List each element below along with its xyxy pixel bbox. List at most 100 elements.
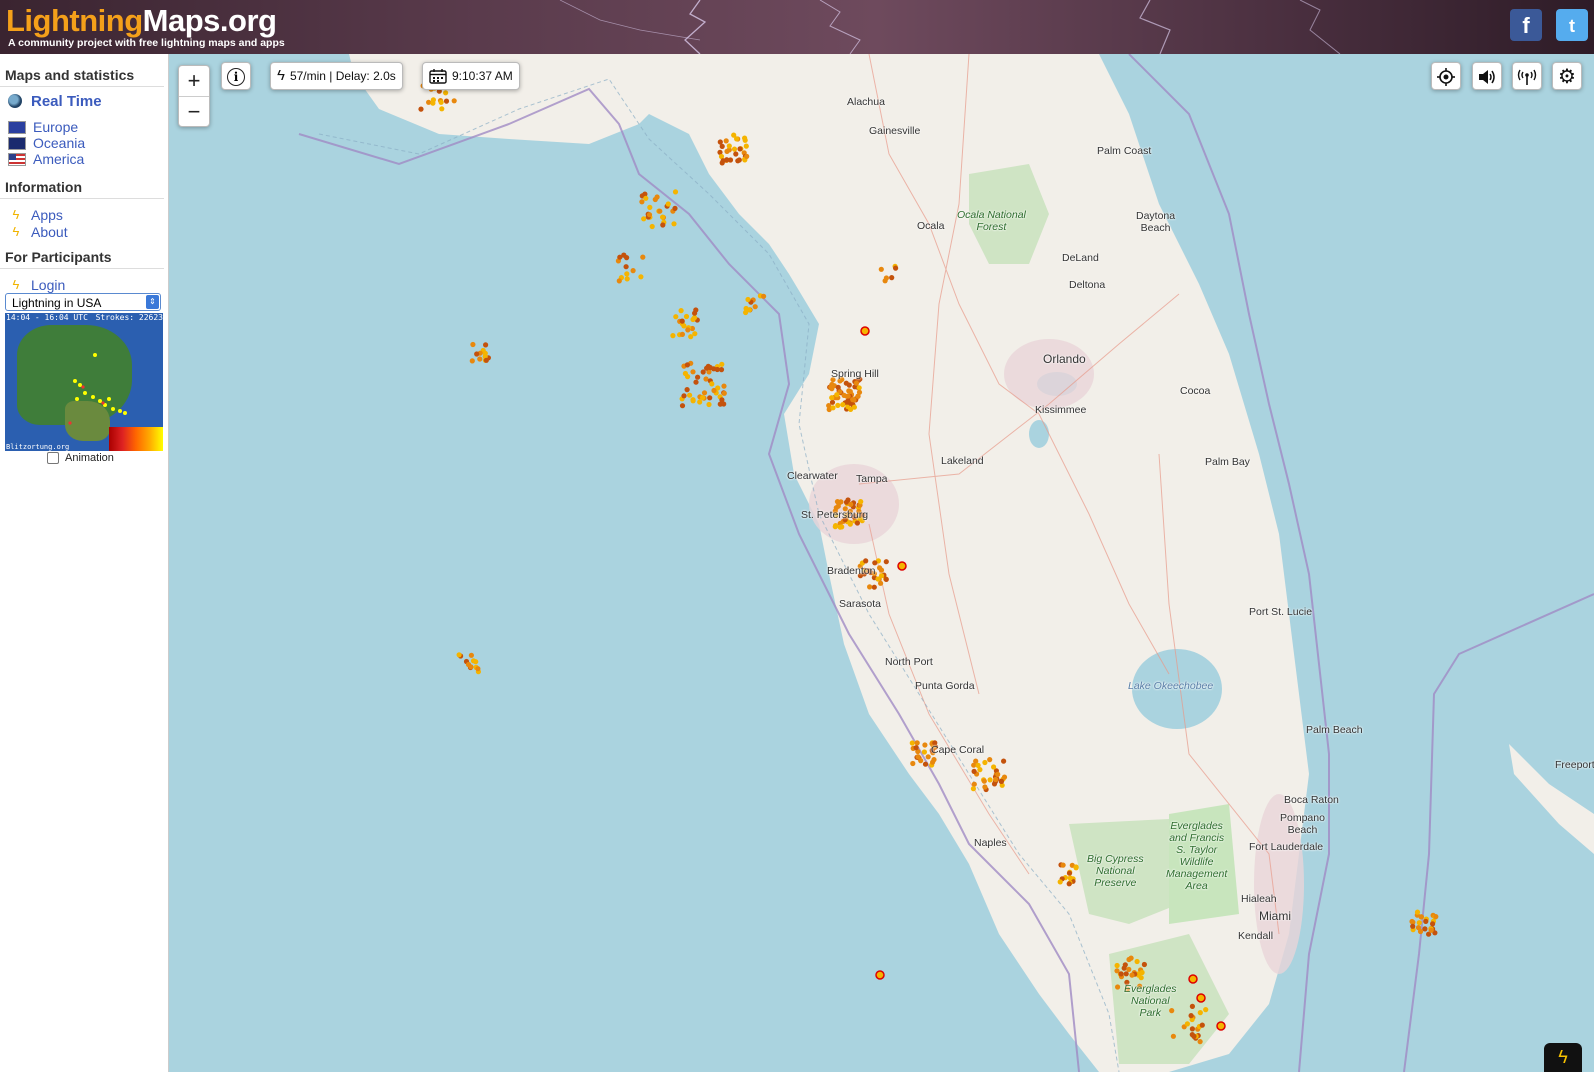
twitter-icon[interactable]: t bbox=[1556, 9, 1588, 41]
strike-dot bbox=[914, 740, 920, 746]
strike-dot bbox=[851, 404, 858, 410]
strike-dot bbox=[971, 781, 977, 787]
minimap-legend bbox=[109, 427, 163, 451]
strike-dot bbox=[893, 265, 899, 271]
lightning-map[interactable]: Alachua Gainesville Palm Coast Ocala Day… bbox=[169, 54, 1594, 1072]
sidebar-item-label: Oceania bbox=[33, 135, 86, 151]
map-label-park: Everglades National Park bbox=[1124, 983, 1177, 1019]
strike-dot bbox=[856, 385, 862, 391]
minimap-strokes: Strokes: 22623 bbox=[95, 313, 163, 322]
strike-dot bbox=[1422, 926, 1428, 932]
strike-dot bbox=[641, 216, 647, 222]
sidebar-item-apps[interactable]: ϟ Apps bbox=[0, 207, 168, 223]
sidebar-item-america[interactable]: America bbox=[0, 151, 168, 167]
site-logo[interactable]: LightningMaps.org bbox=[6, 2, 277, 40]
strike-dot bbox=[1197, 1010, 1203, 1016]
site-header: LightningMaps.org A community project wi… bbox=[0, 0, 1594, 54]
facebook-icon[interactable]: f bbox=[1510, 9, 1542, 41]
strike-dot bbox=[1414, 909, 1421, 915]
strike-dot bbox=[616, 278, 622, 284]
sidebar-item-login[interactable]: ϟ Login bbox=[0, 277, 168, 293]
chevron-updown-icon: ⇕ bbox=[146, 295, 159, 309]
strike-dot bbox=[841, 392, 847, 398]
strike-dot bbox=[443, 90, 449, 96]
strike-dot bbox=[998, 778, 1005, 785]
strike-dot bbox=[477, 356, 483, 362]
strike-dot bbox=[660, 214, 666, 220]
strike-dot bbox=[1060, 862, 1066, 868]
strike-dot bbox=[720, 158, 726, 164]
minimap-source: Blitzortung.org bbox=[6, 443, 70, 451]
strike-dot bbox=[717, 139, 723, 145]
stroke-rate-display[interactable]: ϟ 57/min | Delay: 2.0s bbox=[270, 62, 403, 90]
signal-icon bbox=[1517, 69, 1537, 85]
map-label-city: DeLand bbox=[1062, 252, 1099, 264]
strike-dot bbox=[733, 151, 739, 157]
strike-dot bbox=[683, 313, 690, 320]
animation-toggle[interactable]: Animation bbox=[47, 452, 114, 464]
strike-dot bbox=[744, 153, 750, 159]
strike-dot bbox=[1409, 918, 1415, 925]
strike-dot bbox=[1126, 956, 1132, 963]
zoom-out-button[interactable]: − bbox=[179, 96, 209, 127]
strike-dot bbox=[701, 390, 708, 396]
strike-dot bbox=[672, 205, 678, 211]
lightning-app-button[interactable]: ϟ bbox=[1544, 1043, 1582, 1072]
strike-dot bbox=[475, 666, 481, 672]
strike-dot bbox=[684, 362, 691, 368]
strike-dot bbox=[1170, 1033, 1176, 1039]
strike-dot bbox=[639, 199, 645, 205]
usa-minimap[interactable]: 14:04 - 16:04 UTC Strokes: 22623 Blitzor… bbox=[5, 313, 163, 451]
strike-dot bbox=[673, 314, 679, 320]
strike-new-dot bbox=[897, 561, 907, 571]
settings-button[interactable]: ⚙ bbox=[1552, 62, 1582, 90]
strike-dot bbox=[706, 401, 712, 408]
strike-dot bbox=[863, 558, 869, 564]
sidebar-item-europe[interactable]: Europe bbox=[0, 119, 168, 135]
strike-dot bbox=[474, 351, 480, 357]
strike-dot bbox=[426, 99, 432, 105]
strike-dot bbox=[470, 341, 476, 348]
strike-dot bbox=[971, 768, 977, 775]
strike-dot bbox=[1118, 971, 1124, 977]
strike-dot bbox=[690, 316, 696, 323]
sidebar-item-realtime[interactable]: Real Time bbox=[0, 91, 168, 111]
strike-dot bbox=[987, 757, 993, 763]
map-label-city: Kendall bbox=[1238, 930, 1274, 942]
map-region-select[interactable]: Lightning in USA ⇕ bbox=[5, 293, 161, 311]
animation-checkbox[interactable] bbox=[47, 452, 59, 464]
strike-dot bbox=[695, 374, 701, 380]
map-label-city: Cocoa bbox=[1180, 385, 1211, 397]
map-label-city: Boca Raton bbox=[1284, 794, 1339, 806]
strike-dot bbox=[679, 318, 685, 324]
map-label-park: Big Cypress National Preserve bbox=[1087, 853, 1144, 889]
map-label-city: Miami bbox=[1259, 909, 1291, 923]
strike-dot bbox=[643, 195, 649, 201]
strike-dot bbox=[1430, 921, 1436, 927]
zoom-in-button[interactable]: + bbox=[179, 66, 209, 96]
map-label-city: Spring Hill bbox=[831, 368, 879, 380]
stations-button[interactable] bbox=[1512, 62, 1542, 90]
strike-dot bbox=[624, 276, 630, 282]
logo-part1: Lightning bbox=[6, 3, 143, 38]
sound-button[interactable] bbox=[1472, 62, 1502, 90]
info-button[interactable]: i bbox=[221, 62, 251, 90]
strike-dot bbox=[711, 387, 717, 394]
sidebar-item-oceania[interactable]: Oceania bbox=[0, 135, 168, 151]
strike-dot bbox=[714, 366, 720, 373]
sidebar-item-label: Europe bbox=[33, 119, 79, 135]
strike-dot bbox=[1416, 920, 1422, 926]
strike-dot bbox=[845, 398, 851, 404]
strike-dot bbox=[717, 401, 723, 407]
strike-dot bbox=[470, 658, 477, 664]
sidebar-item-about[interactable]: ϟ About bbox=[0, 224, 168, 240]
strike-dot bbox=[1410, 923, 1416, 929]
strike-dot bbox=[1114, 968, 1120, 974]
locate-button[interactable] bbox=[1431, 62, 1461, 90]
strike-dot bbox=[1428, 927, 1434, 933]
time-display[interactable]: 9:10:37 AM bbox=[422, 62, 520, 90]
tagline: A community project with free lightning … bbox=[8, 37, 285, 49]
strike-dot bbox=[1134, 958, 1140, 965]
strike-dot bbox=[707, 395, 713, 401]
strike-dot bbox=[1067, 875, 1073, 881]
